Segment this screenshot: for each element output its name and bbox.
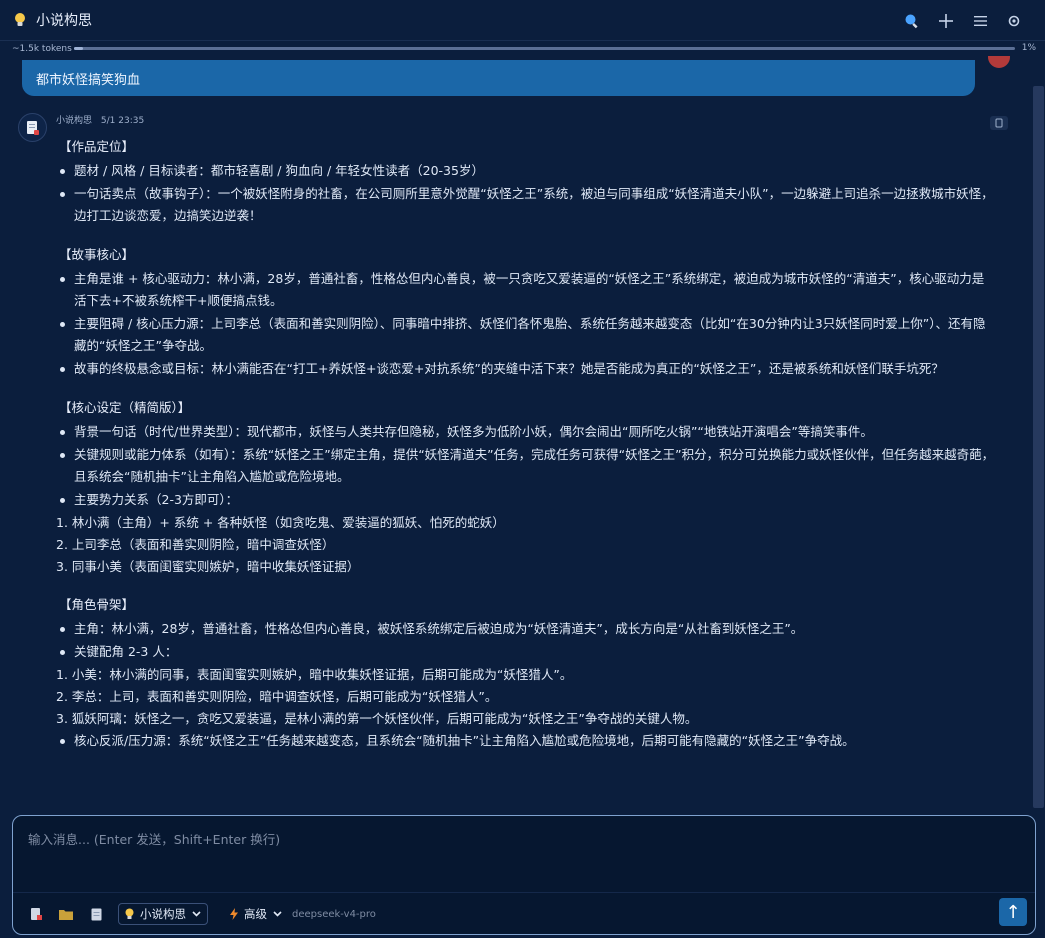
bullet-item: 关键规则或能力体系（如有）：系统“妖怪之王”绑定主角，提供“妖怪清道夫”任务，完… <box>56 444 996 488</box>
plus-icon[interactable] <box>929 6 963 36</box>
message-timestamp: 5/1 23:35 <box>100 116 145 126</box>
composer-divider <box>13 892 1035 893</box>
user-message-bubble: 都市妖怪搞笑狗血 <box>22 60 975 96</box>
agent-select-value: 小说构思 <box>140 907 186 921</box>
numbered-item: 3. 同事小美（表面闺蜜实则嫉妒，暗中收集妖怪证据） <box>56 559 360 574</box>
lightbulb-icon <box>125 908 134 919</box>
bullet-item: 关键配角 2-3 人： <box>56 641 996 663</box>
assistant-meta: 小说构思 5/1 23:35 <box>56 113 150 126</box>
numbered-item: 2. 上司李总（表面和善实则阴险，暗中调查妖怪） <box>56 537 335 552</box>
chat-scrollbar[interactable] <box>1032 86 1045 808</box>
bullet-item: 一句话卖点（故事钩子）：一个被妖怪附身的社畜，在公司厕所里意外觉醒“妖怪之王”系… <box>56 183 996 227</box>
token-percent: 1% <box>1021 43 1036 53</box>
section-title: 【故事核心】 <box>59 247 135 262</box>
message-composer[interactable]: 输入消息... (Enter 发送，Shift+Enter 换行) 小说构思 高… <box>12 815 1036 935</box>
scrollbar-thumb[interactable] <box>1033 86 1044 808</box>
app-title: 小说构思 <box>36 13 92 29</box>
title-actions <box>895 0 1031 41</box>
numbered-item: 1. 林小满（主角）+ 系统 + 各种妖怪（如贪吃鬼、爱装逼的狐妖、怕死的蛇妖） <box>56 515 505 530</box>
user-avatar <box>986 56 1012 70</box>
chat-area: 都市妖怪搞笑狗血 小说构思 5/1 23:35 【作品定位】题材 / 风格 / … <box>0 56 1031 808</box>
token-progress-fill <box>74 47 84 50</box>
copy-message-button[interactable] <box>990 116 1008 130</box>
level-select-value: 高级 <box>244 907 267 921</box>
lightning-icon <box>230 908 238 920</box>
section-title: 【核心设定（精简版）】 <box>59 400 191 415</box>
send-arrow-icon: ↑ <box>1005 901 1021 923</box>
numbered-item: 1. 小美：林小满的同事，表面闺蜜实则嫉妒，暗中收集妖怪证据，后期可能成为“妖怪… <box>56 667 573 682</box>
file-icon[interactable] <box>82 900 110 928</box>
chevron-down-icon <box>192 911 201 917</box>
assistant-avatar <box>18 113 47 142</box>
section-title: 【作品定位】 <box>59 139 135 154</box>
chevron-down-icon <box>273 911 282 917</box>
token-usage-bar: ~1.5k tokens 1% <box>0 41 1045 56</box>
token-count: ~1.5k tokens <box>12 43 72 54</box>
bullet-item: 核心反派/压力源：系统“妖怪之王”任务越来越变态，且系统会“随机抽卡”让主角陷入… <box>56 730 996 752</box>
folder-icon[interactable] <box>52 900 80 928</box>
copy-icon <box>995 118 1003 128</box>
bullet-item: 主要阻碍 / 核心压力源：上司李总（表面和善实则阴险）、同事暗中排挤、妖怪们各怀… <box>56 313 996 357</box>
send-button[interactable]: ↑ <box>999 898 1027 926</box>
user-message-text: 都市妖怪搞笑狗血 <box>36 73 141 88</box>
numbered-item: 2. 李总：上司，表面和善实则阴险，暗中调查妖怪，后期可能成为“妖怪猎人”。 <box>56 689 498 704</box>
assistant-name: 小说构思 <box>56 116 93 126</box>
title-bar: 小说构思 <box>0 0 1045 41</box>
level-select[interactable]: 高级 <box>230 906 282 922</box>
message-input[interactable]: 输入消息... (Enter 发送，Shift+Enter 换行) <box>28 829 280 848</box>
token-progress-track <box>74 47 1015 50</box>
numbered-item: 3. 狐妖阿璃：妖怪之一，贪吃又爱装逼，是林小满的第一个妖怪伙伴，后期可能成为“… <box>56 711 698 726</box>
assistant-message-body: 【作品定位】题材 / 风格 / 目标读者：都市轻喜剧 / 狗血向 / 年轻女性读… <box>56 136 996 753</box>
settings-icon[interactable] <box>997 6 1031 36</box>
section-title: 【角色骨架】 <box>59 597 135 612</box>
search-icon[interactable] <box>895 6 929 36</box>
bullet-item: 主要势力关系（2-3方即可）： <box>56 489 996 511</box>
menu-icon[interactable] <box>963 6 997 36</box>
bullet-item: 主角：林小满，28岁，普通社畜，性格怂但内心善良，被妖怪系统绑定后被迫成为“妖怪… <box>56 618 996 640</box>
model-name: deepseek-v4-pro <box>292 908 376 920</box>
bullet-item: 故事的终极悬念或目标：林小满能否在“打工+养妖怪+谈恋爱+对抗系统”的夹缝中活下… <box>56 358 996 380</box>
bullet-item: 题材 / 风格 / 目标读者：都市轻喜剧 / 狗血向 / 年轻女性读者（20-3… <box>56 160 996 182</box>
lightbulb-icon <box>14 12 26 28</box>
bullet-item: 主角是谁 + 核心驱动力：林小满，28岁，普通社畜，性格怂但内心善良，被一只贪吃… <box>56 268 996 312</box>
agent-select[interactable]: 小说构思 <box>118 903 208 925</box>
composer-toolbar: 小说构思 高级 deepseek-v4-pro <box>13 900 1035 928</box>
bullet-item: 背景一句话（时代/世界类型）：现代都市，妖怪与人类共存但隐秘，妖怪多为低阶小妖，… <box>56 421 996 443</box>
document-edit-icon[interactable] <box>22 900 50 928</box>
